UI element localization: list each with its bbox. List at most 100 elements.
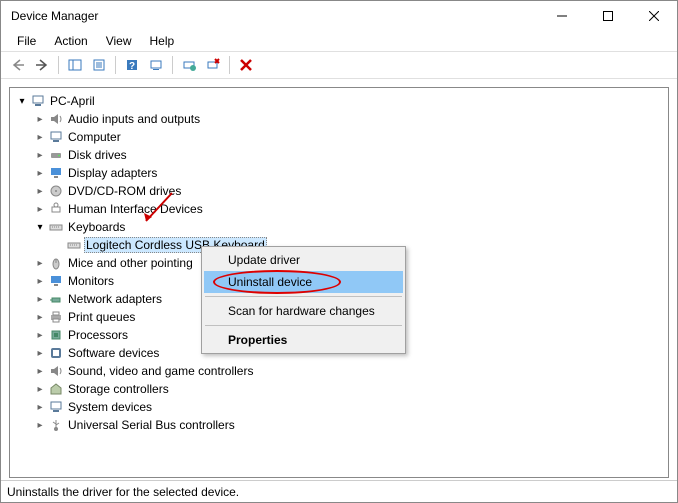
ctx-update-driver[interactable]: Update driver [204, 249, 403, 271]
software-icon [48, 345, 64, 361]
menu-view[interactable]: View [98, 32, 140, 50]
expander-icon[interactable]: ▸ [32, 276, 48, 287]
tree-label: Sound, video and game controllers [66, 364, 255, 378]
uninstall-button[interactable] [202, 54, 224, 76]
expander-icon[interactable]: ▾ [14, 96, 30, 107]
keyboard-icon [66, 237, 82, 253]
expander-icon[interactable]: ▸ [32, 312, 48, 323]
expander-icon[interactable]: ▸ [32, 168, 48, 179]
expander-icon[interactable]: ▸ [32, 366, 48, 377]
printer-icon [48, 309, 64, 325]
ctx-scan-hardware[interactable]: Scan for hardware changes [204, 300, 403, 322]
tree-label: Computer [66, 130, 123, 144]
tree-item-usb[interactable]: ▸ Universal Serial Bus controllers [10, 416, 668, 434]
tree-label: Keyboards [66, 220, 127, 234]
maximize-button[interactable] [585, 1, 631, 31]
ctx-properties[interactable]: Properties [204, 329, 403, 351]
speaker-icon [48, 111, 64, 127]
tree-label: Software devices [66, 346, 161, 360]
tree-item-system[interactable]: ▸ System devices [10, 398, 668, 416]
expander-icon[interactable]: ▸ [32, 402, 48, 413]
tree-label: Print queues [66, 310, 137, 324]
context-menu: Update driver Uninstall device Scan for … [201, 246, 406, 354]
display-icon [48, 165, 64, 181]
tree-item-audio[interactable]: ▸ Audio inputs and outputs [10, 110, 668, 128]
tree-label: Universal Serial Bus controllers [66, 418, 237, 432]
tree-item-computer[interactable]: ▸ Computer [10, 128, 668, 146]
update-driver-button[interactable] [178, 54, 200, 76]
tree-item-display[interactable]: ▸ Display adapters [10, 164, 668, 182]
forward-button[interactable] [31, 54, 53, 76]
network-icon [48, 291, 64, 307]
show-hide-tree-button[interactable] [64, 54, 86, 76]
tree-label: System devices [66, 400, 154, 414]
toolbar: ? [1, 51, 677, 79]
tree-label: Disk drives [66, 148, 129, 162]
scan-hardware-button[interactable] [145, 54, 167, 76]
close-button[interactable] [631, 1, 677, 31]
expander-icon[interactable]: ▸ [32, 384, 48, 395]
expander-icon[interactable]: ▸ [32, 330, 48, 341]
help-button[interactable]: ? [121, 54, 143, 76]
expander-icon[interactable]: ▸ [32, 348, 48, 359]
tree-item-dvd[interactable]: ▸ DVD/CD-ROM drives [10, 182, 668, 200]
storage-icon [48, 381, 64, 397]
expander-icon[interactable]: ▸ [32, 420, 48, 431]
expander-icon[interactable]: ▸ [32, 150, 48, 161]
expander-icon[interactable]: ▸ [32, 114, 48, 125]
usb-icon [48, 417, 64, 433]
tree-label: Display adapters [66, 166, 159, 180]
tree-root[interactable]: ▾ PC-April [10, 92, 668, 110]
tree-label: Network adapters [66, 292, 164, 306]
menubar: File Action View Help [1, 31, 677, 51]
window-title: Device Manager [11, 9, 539, 23]
window-controls [539, 1, 677, 31]
statusbar: Uninstalls the driver for the selected d… [1, 480, 677, 502]
menu-help[interactable]: Help [142, 32, 183, 50]
toolbar-separator [115, 56, 116, 74]
computer-icon [48, 129, 64, 145]
tree-label: Storage controllers [66, 382, 171, 396]
tree-label: Processors [66, 328, 130, 342]
computer-icon [30, 93, 46, 109]
toolbar-separator [229, 56, 230, 74]
properties-button[interactable] [88, 54, 110, 76]
system-icon [48, 399, 64, 415]
mouse-icon [48, 255, 64, 271]
svg-text:?: ? [129, 61, 135, 72]
expander-icon[interactable]: ▾ [32, 222, 48, 233]
tree-label: PC-April [48, 94, 97, 108]
tree-item-keyboards[interactable]: ▾ Keyboards [10, 218, 668, 236]
titlebar: Device Manager [1, 1, 677, 31]
tree-item-sound[interactable]: ▸ Sound, video and game controllers [10, 362, 668, 380]
hid-icon [48, 201, 64, 217]
disk-icon [48, 147, 64, 163]
expander-icon[interactable]: ▸ [32, 258, 48, 269]
expander-icon[interactable]: ▸ [32, 132, 48, 143]
toolbar-separator [58, 56, 59, 74]
minimize-button[interactable] [539, 1, 585, 31]
expander-icon[interactable]: ▸ [32, 204, 48, 215]
tree-label: Monitors [66, 274, 116, 288]
expander-icon[interactable]: ▸ [32, 186, 48, 197]
tree-label: DVD/CD-ROM drives [66, 184, 183, 198]
ctx-separator [205, 296, 402, 297]
tree-item-disk[interactable]: ▸ Disk drives [10, 146, 668, 164]
processor-icon [48, 327, 64, 343]
speaker-icon [48, 363, 64, 379]
back-button[interactable] [7, 54, 29, 76]
tree-item-hid[interactable]: ▸ Human Interface Devices [10, 200, 668, 218]
tree-label: Mice and other pointing [66, 256, 195, 270]
tree-label: Audio inputs and outputs [66, 112, 202, 126]
ctx-separator [205, 325, 402, 326]
ctx-uninstall-device[interactable]: Uninstall device [204, 271, 403, 293]
delete-button[interactable] [235, 54, 257, 76]
dvd-icon [48, 183, 64, 199]
expander-icon[interactable]: ▸ [32, 294, 48, 305]
menu-action[interactable]: Action [46, 32, 95, 50]
tree-item-storage[interactable]: ▸ Storage controllers [10, 380, 668, 398]
keyboard-icon [48, 219, 64, 235]
menu-file[interactable]: File [9, 32, 44, 50]
toolbar-separator [172, 56, 173, 74]
tree-label: Human Interface Devices [66, 202, 205, 216]
